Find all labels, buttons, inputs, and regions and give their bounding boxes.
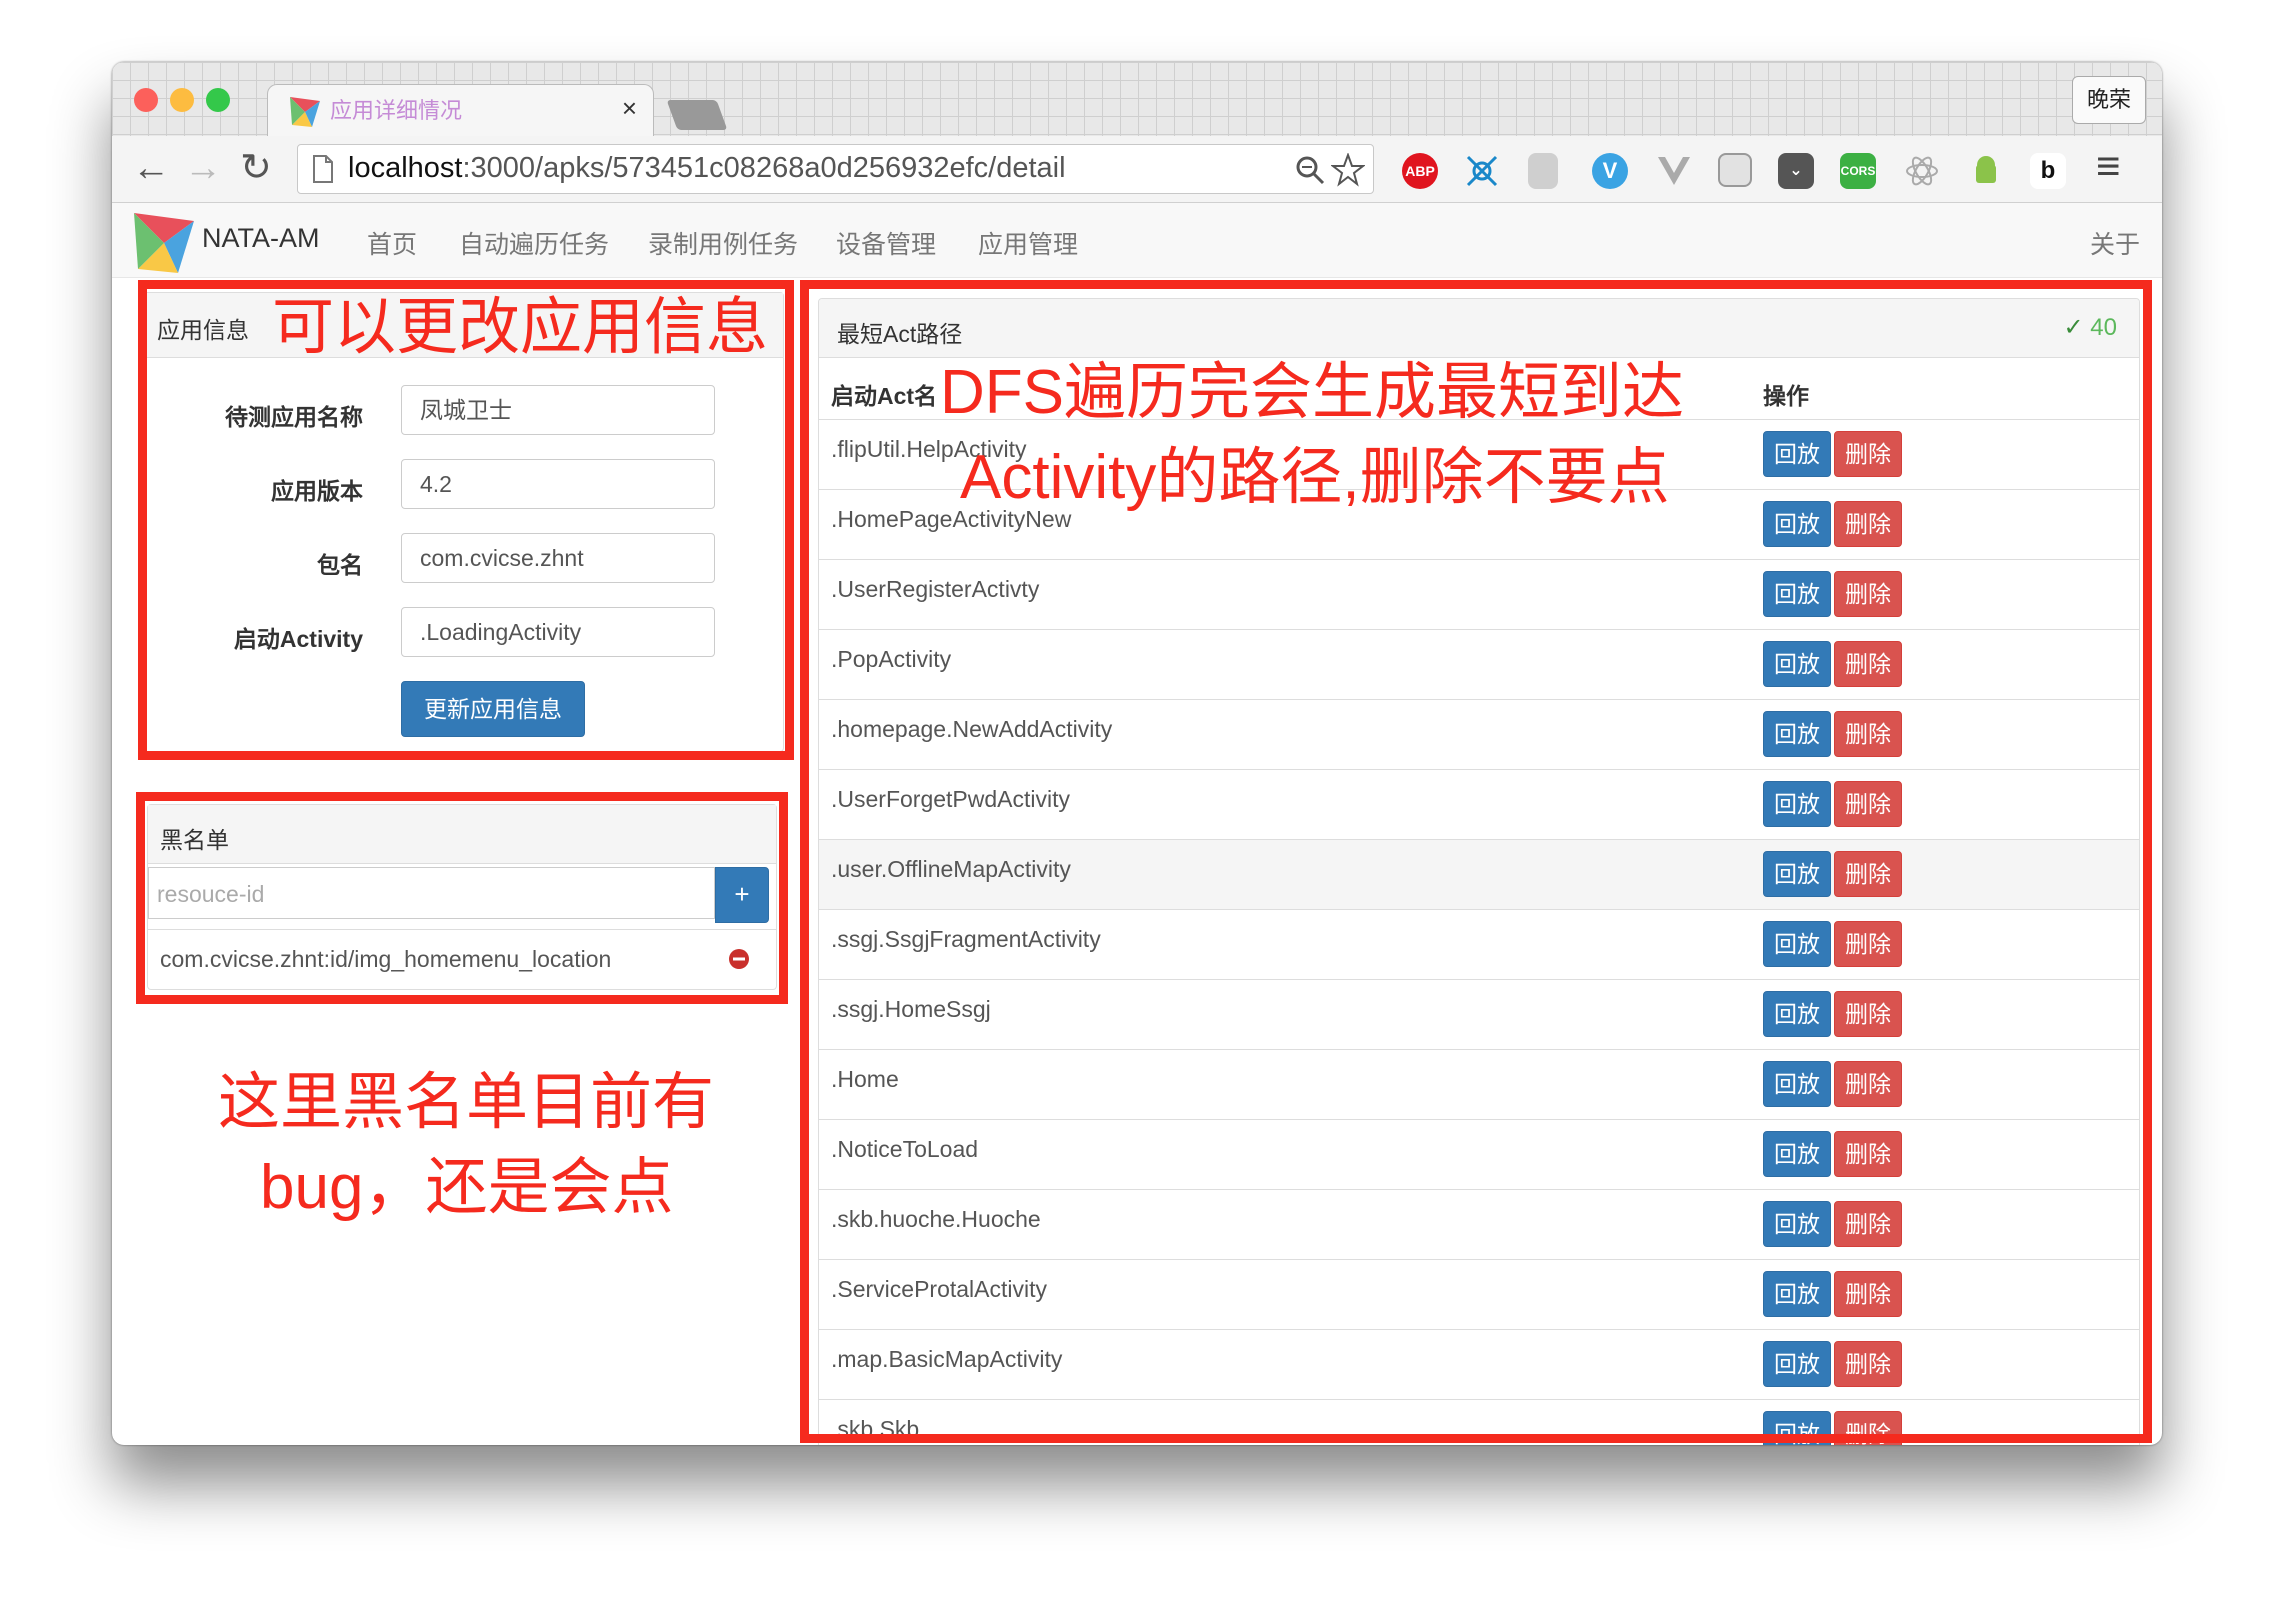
nav-device-management[interactable]: 设备管理: [836, 225, 936, 261]
minimize-window-button[interactable]: [170, 88, 194, 112]
annotation-path-line2: Activity的路径,删除不要点: [960, 443, 1670, 512]
nata-logo-icon: [290, 97, 320, 127]
android-icon[interactable]: [1968, 153, 2004, 189]
new-tab-button[interactable]: [666, 100, 728, 130]
annotation-path-line1: DFS遍历完会生成最短到达: [940, 358, 1685, 427]
vue-devtools-icon[interactable]: [1656, 153, 1692, 189]
shield-extension-icon[interactable]: [1528, 153, 1558, 189]
nav-about[interactable]: 关于: [2090, 225, 2140, 261]
annotation-blacklist-line1: 这里黑名单目前有: [218, 1068, 715, 1137]
tab-close-button[interactable]: ×: [622, 93, 637, 124]
maximize-window-button[interactable]: [206, 88, 230, 112]
app-navbar: NATA-AM 首页 自动遍历任务 录制用例任务 设备管理 应用管理 关于: [112, 203, 2162, 278]
annotation-app-info: 可以更改应用信息: [272, 293, 769, 362]
vimium-icon[interactable]: V: [1592, 153, 1628, 189]
nav-record-tasks[interactable]: 录制用例任务: [648, 225, 798, 261]
bookmark-star-icon[interactable]: [1331, 153, 1365, 187]
menu-icon[interactable]: ≡: [2096, 145, 2121, 187]
browser-toolbar: ← → ↻ localhost:3000/apks/573451c08268a0…: [112, 136, 2162, 203]
annotation-box-blacklist: [136, 792, 788, 1004]
browser-tab[interactable]: 应用详细情况 ×: [267, 84, 654, 137]
address-bar[interactable]: localhost:3000/apks/573451c08268a0d25693…: [297, 144, 1374, 194]
nav-auto-traverse[interactable]: 自动遍历任务: [459, 225, 609, 261]
browser-window: 应用详细情况 × 晚荣 ← → ↻ localhost:3000/apks/57…: [112, 62, 2162, 1445]
annotation-blacklist-line2: bug，还是会点: [260, 1153, 674, 1222]
react-devtools-icon[interactable]: [1904, 153, 1940, 189]
pocket-icon[interactable]: ⌄: [1778, 153, 1814, 189]
privacy-extension-icon[interactable]: [1718, 153, 1752, 187]
zoom-icon[interactable]: [1295, 155, 1325, 185]
url-text: localhost:3000/apks/573451c08268a0d25693…: [348, 152, 1066, 184]
brand-logo-icon[interactable]: [134, 213, 194, 273]
tab-title: 应用详细情况: [330, 98, 463, 123]
brand-name[interactable]: NATA-AM: [202, 223, 320, 254]
nav-home[interactable]: 首页: [367, 225, 417, 261]
reload-icon[interactable]: ↻: [240, 148, 272, 188]
back-icon[interactable]: ←: [132, 148, 170, 188]
close-window-button[interactable]: [134, 88, 158, 112]
adblock-icon[interactable]: ABP: [1402, 153, 1438, 189]
network-extension-icon[interactable]: [1464, 153, 1500, 189]
page-icon: [313, 155, 333, 183]
cors-extension-icon[interactable]: CORS: [1840, 153, 1876, 189]
profile-button[interactable]: 晚荣: [2072, 76, 2146, 124]
bilibili-icon[interactable]: b: [2030, 153, 2066, 189]
tab-bar: 应用详细情况 × 晚荣: [112, 62, 2162, 137]
forward-icon[interactable]: →: [184, 148, 222, 188]
nav-app-management[interactable]: 应用管理: [978, 225, 1078, 261]
